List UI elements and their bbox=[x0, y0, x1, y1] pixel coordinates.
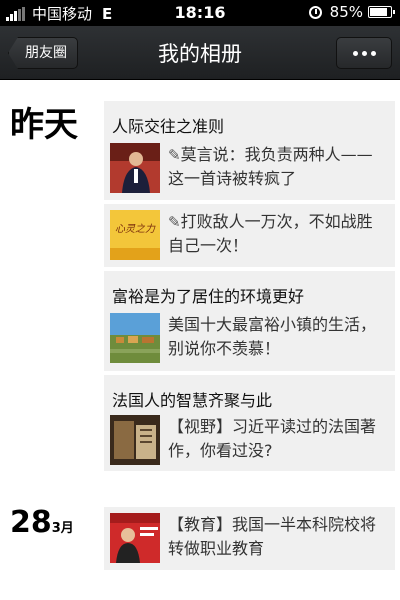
date-label-yesterday: 昨天 bbox=[10, 105, 78, 145]
post-text: ✎莫言说：我负责两种人——这一首诗被转疯了 bbox=[168, 143, 386, 191]
post-thumbnail[interactable] bbox=[110, 513, 160, 563]
post-text-content: 莫言说：我负责两种人——这一首诗被转疯了 bbox=[168, 145, 373, 188]
battery-percent: 85% bbox=[329, 3, 363, 21]
post-text: 【教育】我国一半本科院校将转做职业教育 bbox=[168, 515, 377, 558]
status-bar: 中国移动 E 18:16 85% bbox=[0, 0, 400, 26]
album-post[interactable]: 富裕是为了居住的环境更好 美国十大最富裕小镇的生活，别说你不羡慕！ bbox=[104, 271, 395, 371]
post-text: ✎打败敌人一万次，不如战胜自己一次！ bbox=[168, 210, 386, 258]
nav-bar: 朋友圈 我的相册 bbox=[0, 26, 400, 80]
battery-icon bbox=[368, 6, 395, 18]
post-text-content: 打败敌人一万次，不如战胜自己一次！ bbox=[168, 212, 373, 255]
album-content[interactable]: 昨天 人际交往之准则 ✎莫言说：我负责两种人——这一首诗被转疯了 心灵之力 ✎打… bbox=[0, 81, 400, 600]
album-post[interactable]: 法国人的智慧齐聚与此 【视野】习近平读过的法国著作，你看过没? bbox=[104, 375, 395, 471]
status-right: 85% bbox=[308, 3, 395, 21]
post-text: 美国十大最富裕小镇的生活，别说你不羡慕！ bbox=[168, 315, 377, 358]
thumbnail-caption: 心灵之力 bbox=[115, 223, 156, 235]
post-title: 人际交往之准则 bbox=[112, 117, 225, 136]
more-dot-icon bbox=[361, 50, 367, 56]
date-day: 28 bbox=[10, 505, 52, 540]
post-title: 法国人的智慧齐聚与此 bbox=[112, 391, 273, 410]
post-thumbnail[interactable] bbox=[110, 143, 160, 193]
post-text: 【视野】习近平读过的法国著作，你看过没? bbox=[168, 417, 377, 460]
pencil-icon: ✎ bbox=[168, 146, 181, 164]
post-thumbnail[interactable]: 心灵之力 bbox=[110, 210, 160, 260]
post-thumbnail[interactable] bbox=[110, 313, 160, 363]
date-label-28-march: 283月 bbox=[10, 505, 74, 540]
more-options-button[interactable] bbox=[336, 37, 392, 69]
album-post[interactable]: 心灵之力 ✎打败敌人一万次，不如战胜自己一次！ bbox=[104, 204, 395, 267]
date-month: 3月 bbox=[51, 521, 74, 536]
more-dot-icon bbox=[370, 50, 376, 56]
post-title: 富裕是为了居住的环境更好 bbox=[112, 287, 305, 306]
alarm-clock-icon bbox=[308, 5, 322, 19]
pencil-icon: ✎ bbox=[168, 213, 181, 231]
post-thumbnail[interactable] bbox=[110, 415, 160, 465]
album-post[interactable]: 人际交往之准则 ✎莫言说：我负责两种人——这一首诗被转疯了 bbox=[104, 101, 395, 200]
more-dot-icon bbox=[352, 50, 358, 56]
album-post[interactable]: 【教育】我国一半本科院校将转做职业教育 bbox=[104, 507, 395, 570]
